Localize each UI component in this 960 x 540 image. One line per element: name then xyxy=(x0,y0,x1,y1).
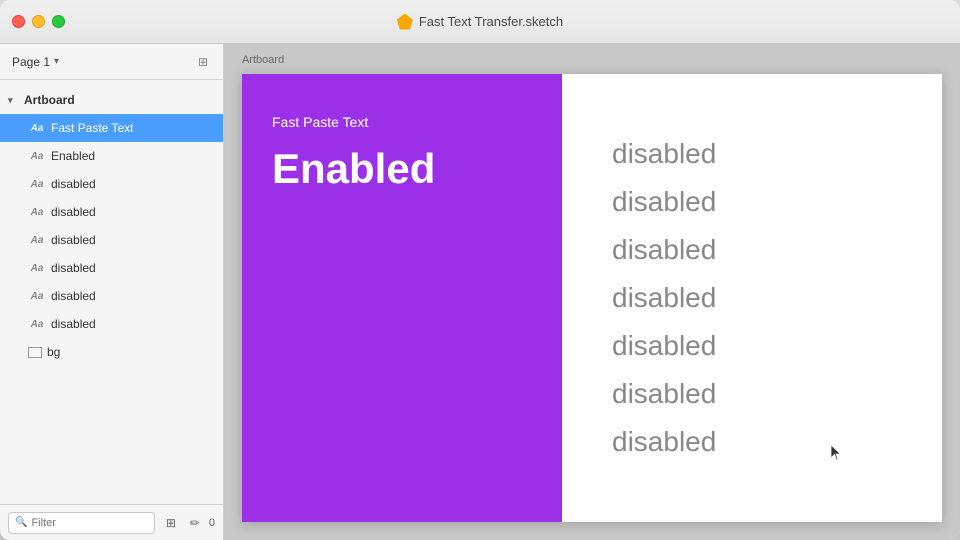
disabled-item-2: disabled xyxy=(612,181,892,223)
layer-disabled-2[interactable]: Aa disabled xyxy=(0,198,223,226)
artboard-left-panel: Fast Paste Text Enabled xyxy=(242,74,562,522)
disabled-item-4: disabled xyxy=(612,277,892,319)
minimize-button[interactable] xyxy=(32,15,45,28)
titlebar: Fast Text Transfer.sketch xyxy=(0,0,960,44)
text-icon: Aa xyxy=(28,175,46,193)
layer-disabled-3[interactable]: Aa disabled xyxy=(0,226,223,254)
layer-label: disabled xyxy=(51,233,96,247)
grid-icon[interactable]: ⊞ xyxy=(195,54,211,70)
sidebar: Page 1 ▾ ⊞ ▾ Artboard Aa Fast Paste Text… xyxy=(0,44,224,540)
maximize-button[interactable] xyxy=(52,15,65,28)
disabled-item-7: disabled xyxy=(612,421,892,463)
artboard-layer[interactable]: ▾ Artboard xyxy=(0,86,223,114)
layer-label: disabled xyxy=(51,289,96,303)
artboard: Fast Paste Text Enabled disabled disable… xyxy=(242,74,942,522)
layer-bg[interactable]: bg xyxy=(0,338,223,366)
disabled-item-3: disabled xyxy=(612,229,892,271)
artboard-right-panel: disabled disabled disabled disabled disa… xyxy=(562,74,942,522)
layer-disabled-4[interactable]: Aa disabled xyxy=(0,254,223,282)
artboard-big-title: Enabled xyxy=(272,146,532,192)
close-button[interactable] xyxy=(12,15,25,28)
footer-icons: ⊞ ✏ 0 xyxy=(161,513,215,533)
edit-icon[interactable]: ✏ xyxy=(185,513,205,533)
window-title: Fast Text Transfer.sketch xyxy=(419,14,563,29)
sidebar-footer: 🔍 ⊞ ✏ 0 xyxy=(0,504,223,540)
artboard-small-title: Fast Paste Text xyxy=(272,114,532,130)
sidebar-header: Page 1 ▾ ⊞ xyxy=(0,44,223,80)
edit-badge: 0 xyxy=(209,517,215,529)
text-icon: Aa xyxy=(28,231,46,249)
disabled-item-5: disabled xyxy=(612,325,892,367)
expand-arrow-icon: ▾ xyxy=(8,95,22,106)
layer-label: Fast Paste Text xyxy=(51,121,133,135)
layers-panel: ▾ Artboard Aa Fast Paste Text Aa Enabled… xyxy=(0,80,223,504)
cursor-indicator xyxy=(830,444,842,462)
layers-icon[interactable]: ⊞ xyxy=(161,513,181,533)
layer-label: disabled xyxy=(51,261,96,275)
filter-input-wrapper[interactable]: 🔍 xyxy=(8,512,155,534)
sketch-icon xyxy=(397,14,413,30)
text-icon: Aa xyxy=(28,203,46,221)
traffic-lights xyxy=(12,15,65,28)
layer-label: disabled xyxy=(51,205,96,219)
rect-icon xyxy=(28,347,42,358)
app-window: Fast Text Transfer.sketch Page 1 ▾ ⊞ ▾ A… xyxy=(0,0,960,540)
layer-fast-paste-text[interactable]: Aa Fast Paste Text xyxy=(0,114,223,142)
page-label[interactable]: Page 1 xyxy=(12,55,50,69)
text-icon: Aa xyxy=(28,119,46,137)
layer-label: Enabled xyxy=(51,149,95,163)
canvas-artboard-label: Artboard xyxy=(242,54,284,66)
disabled-item-1: disabled xyxy=(612,133,892,175)
layer-label: disabled xyxy=(51,177,96,191)
text-icon: Aa xyxy=(28,259,46,277)
text-icon: Aa xyxy=(28,287,46,305)
filter-input[interactable] xyxy=(31,517,147,529)
main-layout: Page 1 ▾ ⊞ ▾ Artboard Aa Fast Paste Text… xyxy=(0,44,960,540)
window-title-group: Fast Text Transfer.sketch xyxy=(397,14,563,30)
artboard-label: Artboard xyxy=(24,93,75,107)
layer-disabled-5[interactable]: Aa disabled xyxy=(0,282,223,310)
text-icon: Aa xyxy=(28,147,46,165)
search-icon: 🔍 xyxy=(15,517,27,528)
layer-disabled-6[interactable]: Aa disabled xyxy=(0,310,223,338)
layer-disabled-1[interactable]: Aa disabled xyxy=(0,170,223,198)
page-chevron-icon[interactable]: ▾ xyxy=(54,56,59,67)
layer-enabled[interactable]: Aa Enabled xyxy=(0,142,223,170)
canvas-area[interactable]: Artboard Fast Paste Text Enabled disable… xyxy=(224,44,960,540)
layer-label: bg xyxy=(47,345,60,359)
layer-label: disabled xyxy=(51,317,96,331)
disabled-item-6: disabled xyxy=(612,373,892,415)
text-icon: Aa xyxy=(28,315,46,333)
